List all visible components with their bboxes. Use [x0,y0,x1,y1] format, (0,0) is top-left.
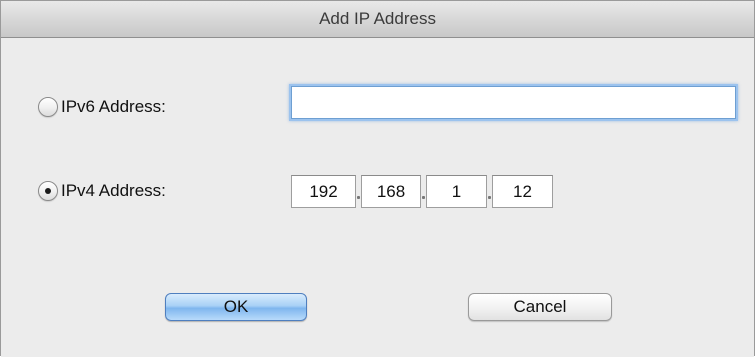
dialog-title: Add IP Address [319,9,436,28]
ok-button[interactable]: OK [165,293,307,321]
dialog-content: IPv6 Address: IPv4 Address: 192 168 1 12… [1,38,754,357]
ipv4-octet-1-input[interactable]: 192 [291,175,356,208]
ipv4-label: IPv4 Address: [61,181,166,200]
ipv4-radio-button[interactable] [38,181,58,201]
cancel-button[interactable]: Cancel [468,293,612,321]
ipv6-address-input[interactable] [291,86,736,119]
ipv4-octet-2-input[interactable]: 168 [361,175,421,208]
octet-separator-dot [488,196,491,199]
ipv6-option[interactable]: IPv6 Address: [38,94,166,120]
octet-separator-dot [422,196,425,199]
octet-separator-dot [357,196,360,199]
ipv4-option[interactable]: IPv4 Address: [38,178,166,204]
ipv4-octet-4-input[interactable]: 12 [492,175,553,208]
dialog-titlebar[interactable]: Add IP Address [1,1,754,38]
add-ip-address-dialog: Add IP Address IPv6 Address: IPv4 Addres… [0,0,755,357]
ipv6-label: IPv6 Address: [61,97,166,116]
ipv4-octet-3-input[interactable]: 1 [426,175,487,208]
ipv6-radio-button[interactable] [38,97,58,117]
